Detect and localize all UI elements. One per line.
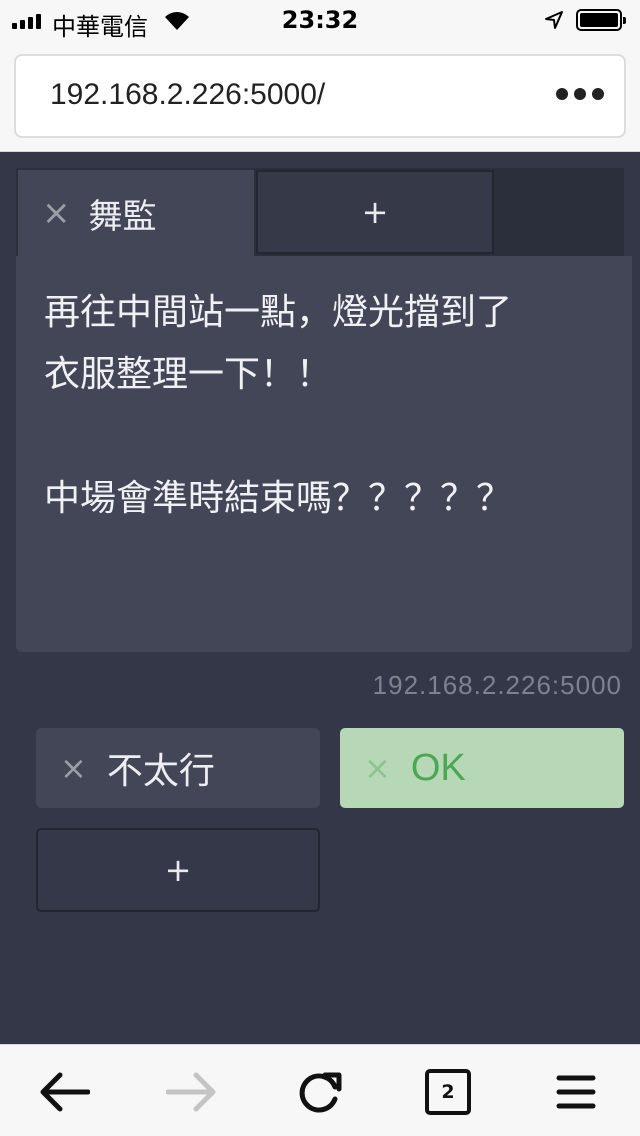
option-label: 不太行 <box>106 751 215 792</box>
reload-button[interactable] <box>292 1067 348 1117</box>
option-ok[interactable]: × OK <box>340 728 624 808</box>
location-icon <box>545 11 563 29</box>
tab-bar: × 舞監 + <box>16 168 624 256</box>
arrow-right-icon <box>166 1072 216 1112</box>
sender-host: 192.168.2.226:5000 <box>372 670 622 700</box>
more-icon[interactable] <box>556 88 604 100</box>
tab-stage-manager[interactable]: × 舞監 <box>18 170 254 256</box>
url-text[interactable]: 192.168.2.226:5000/ <box>50 78 325 112</box>
close-icon[interactable]: × <box>364 752 391 784</box>
message-box[interactable]: 再往中間站一點，燈光擋到了 衣服整理一下！！ 中場會準時結束嗎？？？？？ <box>16 256 632 652</box>
message-line: 中場會準時結束嗎？？？？？ <box>44 478 513 519</box>
option-label: OK <box>410 746 466 789</box>
add-tab-button[interactable]: + <box>256 170 494 254</box>
message-line: 衣服整理一下！！ <box>44 354 333 395</box>
close-icon[interactable]: × <box>60 752 87 784</box>
battery-icon <box>576 9 626 31</box>
message-line <box>44 406 604 468</box>
menu-button[interactable] <box>548 1067 604 1117</box>
tabs-count: 2 <box>425 1069 471 1115</box>
browser-toolbar: 2 <box>0 1044 640 1136</box>
close-icon[interactable]: × <box>42 196 71 230</box>
status-bar: 中華電信 23:32 <box>0 0 640 42</box>
add-option-button[interactable]: + <box>36 828 320 912</box>
reload-icon <box>299 1072 342 1113</box>
message-line: 再往中間站一點，燈光擋到了 <box>44 292 513 333</box>
address-bar[interactable]: 192.168.2.226:5000/ <box>14 54 626 138</box>
tab-label: 舞監 <box>88 196 157 237</box>
option-not-ok[interactable]: × 不太行 <box>36 728 320 808</box>
forward-button[interactable] <box>164 1067 220 1117</box>
arrow-left-icon <box>40 1072 90 1112</box>
menu-icon <box>556 1075 596 1109</box>
tabs-button[interactable]: 2 <box>420 1067 476 1117</box>
browser-header: 192.168.2.226:5000/ <box>0 42 640 152</box>
back-button[interactable] <box>36 1067 92 1117</box>
